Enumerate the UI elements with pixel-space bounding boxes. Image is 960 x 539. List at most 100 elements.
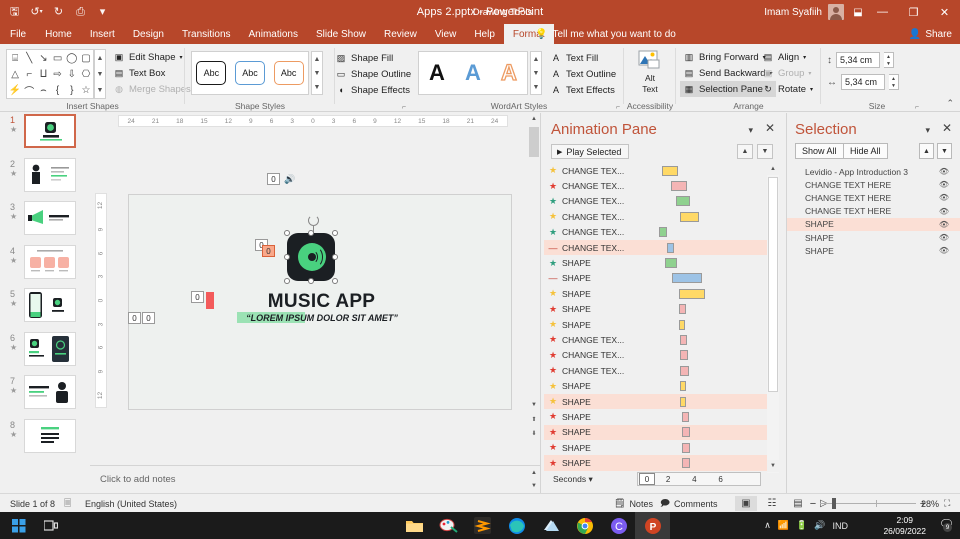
animation-timeline-bar[interactable] [682, 411, 689, 422]
zoom-out-button[interactable]: − [806, 498, 820, 510]
shapes-gallery[interactable]: ⌸ ╲ ↘ ▭ ◯ ▢ △ ⌐ ⨿ ⇨ ⇩ ⎔ ⚡ ⌒ ⌢{} ☆ [6, 49, 94, 99]
style-more-icon[interactable]: ▼ [312, 80, 322, 94]
move-earlier-button[interactable]: ▲ [737, 144, 753, 159]
scroll-up-icon[interactable]: ▲ [528, 113, 540, 125]
thumbnail-preview[interactable] [24, 244, 76, 279]
animation-order-tag[interactable]: 0 [128, 312, 141, 324]
animation-timeline-bar[interactable] [682, 442, 690, 453]
taskbar-file-explorer[interactable] [397, 512, 432, 539]
animation-list-item[interactable]: ★ SHAPE [544, 440, 767, 455]
gallery-more-icon[interactable]: ▼ [95, 82, 105, 98]
rotate-button[interactable]: ↻ Rotate ▾ [759, 81, 816, 97]
shape-tool-2-1[interactable]: ⌒ [22, 83, 36, 98]
eye-visible-icon[interactable]: 👁 [939, 246, 949, 255]
fit-to-window-icon[interactable]: ⛶ [944, 494, 950, 513]
eye-visible-icon[interactable]: 👁 [939, 207, 949, 216]
slide-count-label[interactable]: Slide 1 of 8 [10, 494, 55, 513]
shape-fill-button[interactable]: ▨ Shape Fill [332, 50, 414, 66]
bring-forward-button[interactable]: ▲ [919, 143, 934, 159]
resize-handle-e[interactable] [332, 254, 338, 260]
notes-scrollbar[interactable]: ▲ ▼ [528, 466, 540, 494]
shape-style-swatch-2[interactable]: Abc [234, 61, 265, 85]
size-dialog-launcher[interactable]: ⌐ [915, 104, 919, 111]
animation-list-item[interactable]: ★ CHANGE TEX... [544, 209, 767, 224]
animation-timeline-bar[interactable] [680, 211, 699, 222]
eye-visible-icon[interactable]: 👁 [939, 193, 949, 202]
animation-timeline-bar[interactable] [680, 334, 687, 345]
chevron-down-icon[interactable]: ▾ [803, 54, 806, 61]
move-later-button[interactable]: ▼ [757, 144, 773, 159]
shape-width-input[interactable]: 5,34 cm [841, 74, 885, 90]
shape-tool-1-2[interactable]: ⨿ [36, 67, 50, 82]
animation-list-item[interactable]: ★ SHAPE [544, 393, 767, 410]
thumbnail-slide-8[interactable]: 8 ★ [0, 418, 90, 462]
thumbnail-preview[interactable] [24, 418, 76, 453]
tray-chevron-icon[interactable]: ∧ [764, 520, 771, 531]
previous-slide-icon[interactable]: ⬆ [528, 413, 540, 425]
selection-list-item[interactable]: Levidio - App Introduction 3 👁 [787, 165, 960, 178]
animation-timeline-bar[interactable] [659, 227, 667, 238]
thumbnail-preview[interactable] [24, 114, 76, 148]
shape-styles-scroll[interactable]: ▲ ▼ ▼ [311, 51, 323, 95]
animation-timeline-bar[interactable] [679, 319, 685, 330]
thumbnail-preview[interactable] [24, 201, 76, 235]
resize-handle-s[interactable] [308, 278, 314, 284]
notes-scroll-down-icon[interactable]: ▼ [528, 480, 540, 492]
shape-styles-dialog-launcher[interactable]: ⌐ [402, 104, 406, 111]
anim-scroll-thumb[interactable] [768, 177, 778, 392]
animation-list-item[interactable]: ★ CHANGE TEX... [544, 332, 767, 347]
task-view-icon[interactable] [40, 515, 62, 536]
animation-timeline-bar[interactable] [662, 165, 678, 176]
animation-list-item[interactable]: ★ SHAPE [544, 455, 767, 471]
thumbnail-slide-1[interactable]: 1 ★ [0, 113, 90, 157]
avatar[interactable] [828, 4, 844, 20]
eye-visible-icon[interactable]: 👁 [939, 180, 949, 189]
taskbar-microsoft-store[interactable] [533, 512, 568, 539]
slide-sorter-view-button[interactable]: ☷ [761, 496, 783, 511]
animation-list[interactable]: ★ CHANGE TEX... ★ CHANGE TEX... ★ CHANGE TEX.… [544, 163, 767, 473]
shapes-gallery-scroll[interactable]: ▲ ▼ ▼ [94, 49, 106, 99]
wordart-swatch-1[interactable]: A [429, 62, 445, 84]
tab-slide-show[interactable]: Slide Show [307, 24, 375, 44]
animation-list-item[interactable]: ★ SHAPE [544, 317, 767, 332]
shape-tool-2-0[interactable]: ⚡ [8, 83, 22, 98]
shape-tool-2-2[interactable]: ⌢ [36, 83, 50, 98]
gallery-scroll-up-icon[interactable]: ▲ [95, 50, 105, 66]
resize-handle-w[interactable] [284, 254, 290, 260]
tab-file[interactable]: File [0, 24, 36, 44]
zoom-track[interactable] [820, 498, 916, 509]
normal-view-button[interactable]: ▣ [735, 496, 757, 511]
resize-handle-nw[interactable] [284, 230, 290, 236]
animation-pane-menu-icon[interactable]: ▾ [748, 125, 753, 136]
notes-scroll-up-icon[interactable]: ▲ [528, 467, 540, 479]
tab-review[interactable]: Review [375, 24, 426, 44]
shape-tool-0-3[interactable]: ▭ [51, 51, 65, 66]
collapse-ribbon-icon[interactable]: ⌃ [946, 98, 954, 109]
thumbnail-slide-6[interactable]: 6 ★ [0, 331, 90, 375]
style-scroll-up-icon[interactable]: ▲ [312, 52, 322, 66]
timeline-scale[interactable]: 02 4 6 [637, 472, 761, 486]
resize-handle-se[interactable] [332, 278, 338, 284]
animation-list-item[interactable]: ★ CHANGE TEX... [544, 163, 767, 178]
restore-button[interactable]: ❐ [898, 0, 929, 24]
shape-tool-2-4[interactable]: } [65, 83, 79, 98]
animation-list-item[interactable]: ★ CHANGE TEX... [544, 225, 767, 240]
taskbar-c-app[interactable]: C [601, 512, 636, 539]
eye-visible-icon[interactable]: 👁 [939, 220, 949, 229]
speaker-icon[interactable]: 🔊 [284, 174, 295, 185]
animation-list-item[interactable]: — CHANGE TEX... [544, 239, 767, 256]
thumbnail-slide-5[interactable]: 5 ★ [0, 287, 90, 331]
anim-scroll-up-icon[interactable]: ▲ [767, 163, 779, 175]
thumbnail-preview[interactable] [24, 288, 76, 322]
shape-tool-0-2[interactable]: ↘ [36, 51, 50, 66]
wordart-more-icon[interactable]: ▼ [531, 80, 541, 94]
shape-tool-1-1[interactable]: ⌐ [22, 67, 36, 82]
shape-tool-0-0[interactable]: ⌸ [8, 51, 22, 66]
shape-tool-0-1[interactable]: ╲ [22, 51, 36, 66]
wordart-scroll-up-icon[interactable]: ▲ [531, 52, 541, 66]
shape-tool-1-5[interactable]: ⎔ [79, 67, 93, 82]
gallery-scroll-down-icon[interactable]: ▼ [95, 66, 105, 82]
selection-pane-menu-icon[interactable]: ▾ [925, 125, 930, 136]
animation-timeline-bar[interactable] [679, 304, 686, 315]
tell-me-search[interactable]: 💡 Tell me what you want to do [535, 24, 676, 44]
